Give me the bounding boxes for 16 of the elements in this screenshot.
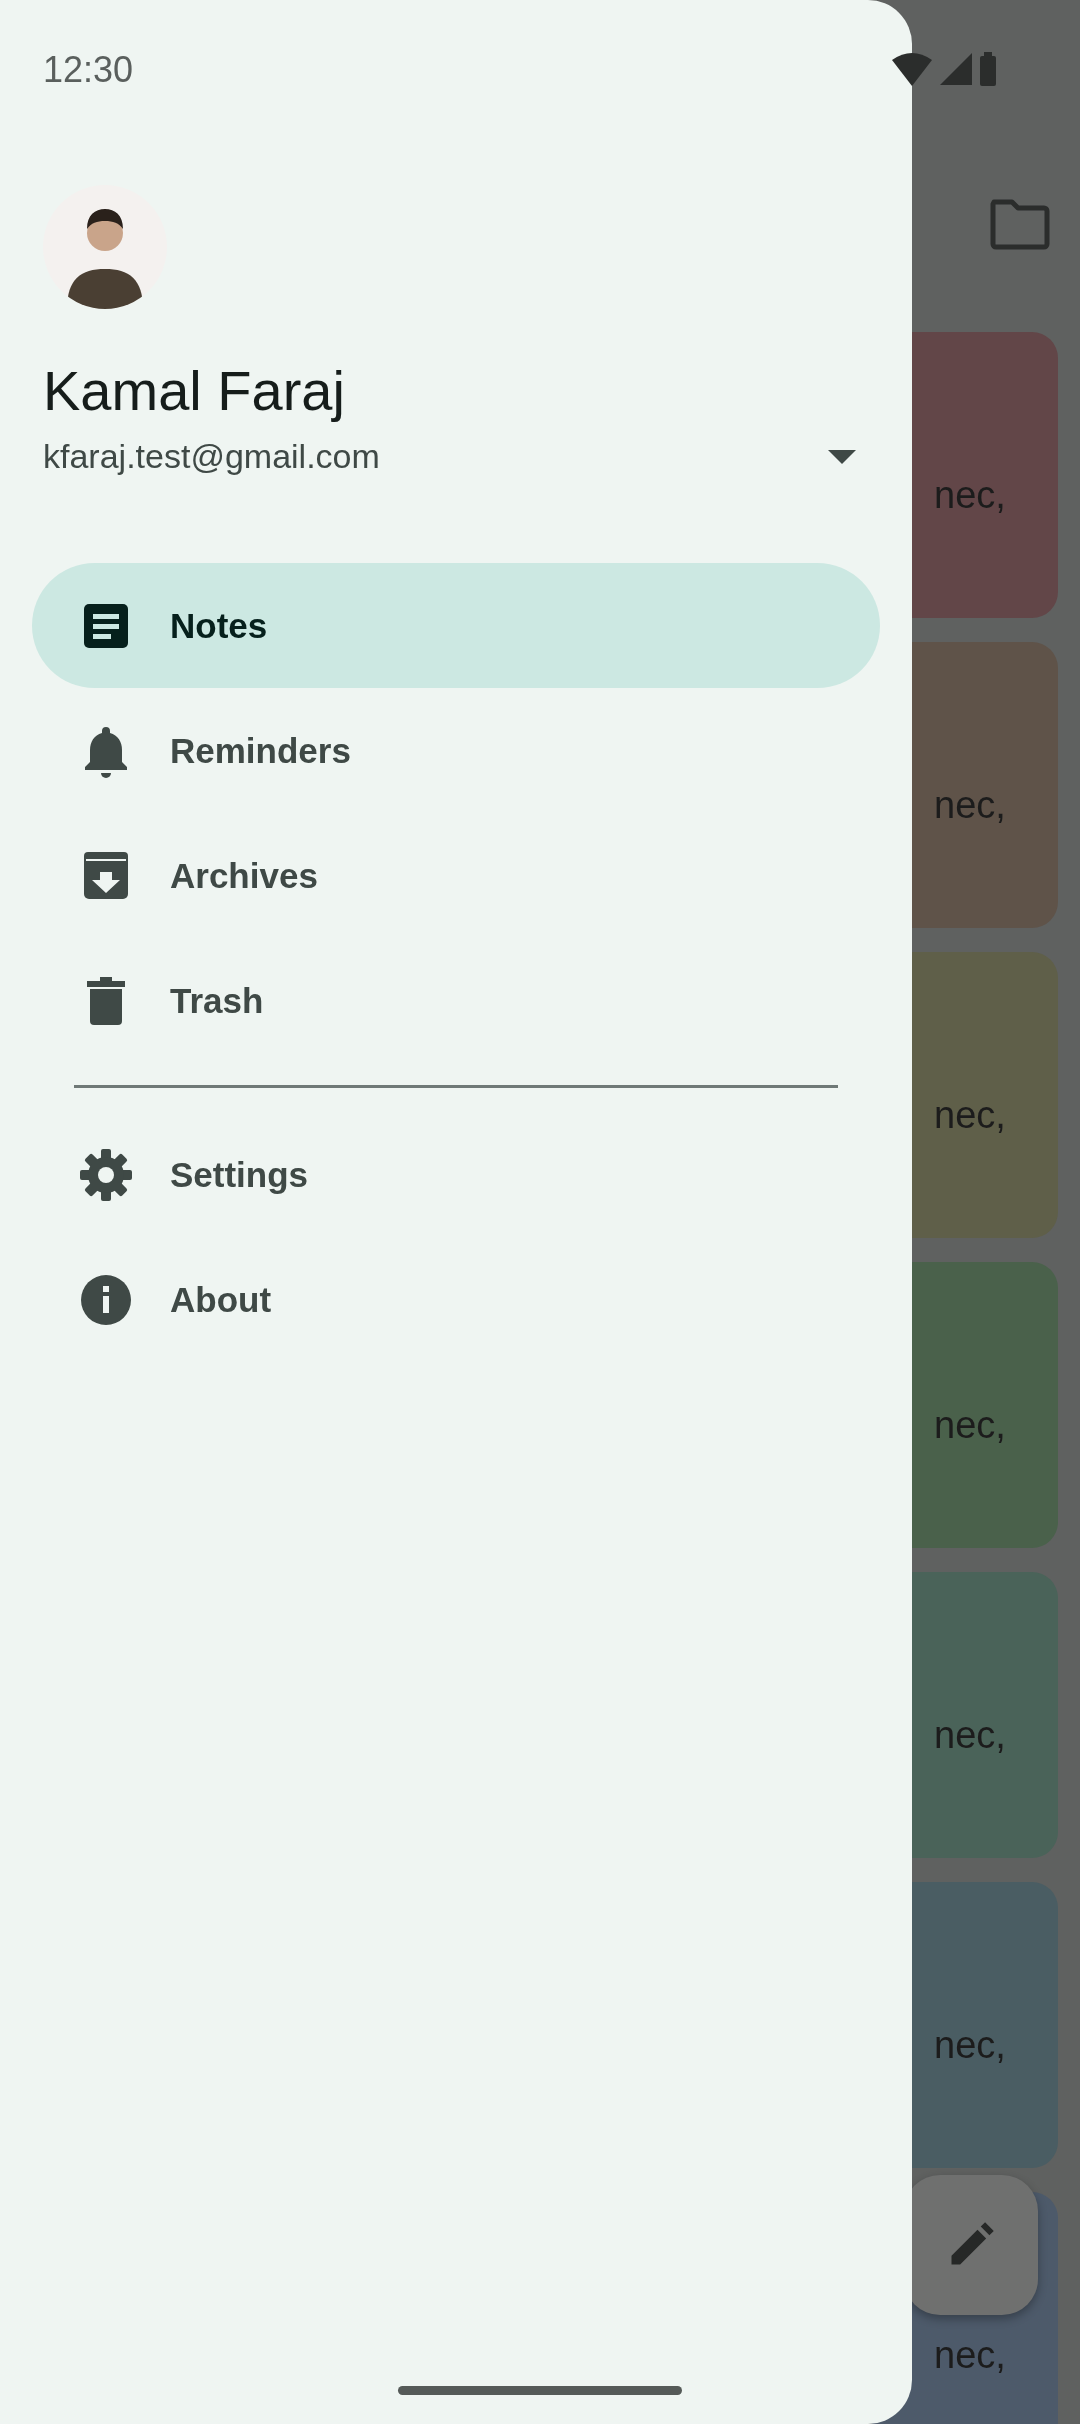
note-text: nec, bbox=[934, 2023, 1006, 2067]
note-text: nec, bbox=[934, 1713, 1006, 1757]
wifi-icon bbox=[892, 52, 932, 86]
note-text: nec, bbox=[934, 783, 1006, 827]
note-text: nec, bbox=[934, 1093, 1006, 1137]
account-email: kfaraj.test@gmail.com bbox=[43, 437, 380, 476]
battery-icon bbox=[980, 52, 996, 86]
settings-icon bbox=[78, 1146, 134, 1203]
note-text: nec, bbox=[934, 2333, 1006, 2377]
note-text: nec, bbox=[934, 1403, 1006, 1447]
note-text: nec, bbox=[934, 473, 1006, 517]
status-time: 12:30 bbox=[43, 49, 134, 91]
account-name: Kamal Faraj bbox=[43, 359, 346, 423]
signal-icon bbox=[940, 53, 972, 85]
drawer-menu-item[interactable]: Notes bbox=[32, 563, 880, 688]
dropdown-caret-icon[interactable] bbox=[828, 449, 856, 464]
